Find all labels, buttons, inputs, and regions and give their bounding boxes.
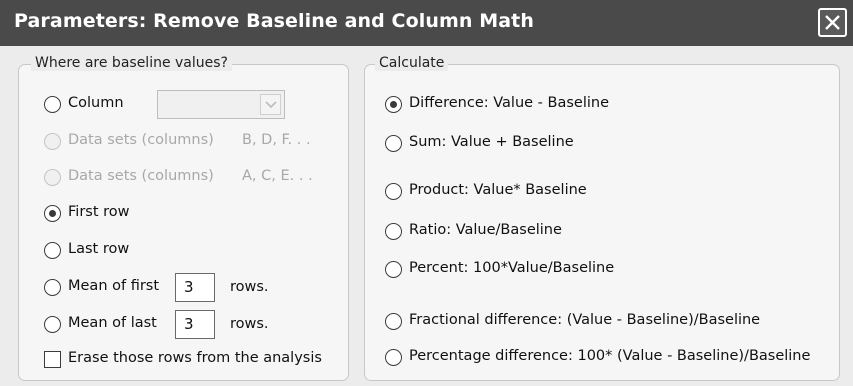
radio-sum[interactable] bbox=[385, 135, 402, 152]
radio-mean-of-first-label[interactable]: Mean of first bbox=[68, 278, 159, 294]
dialog-window: Parameters: Remove Baseline and Column M… bbox=[0, 0, 853, 386]
radio-mean-of-last[interactable] bbox=[44, 316, 61, 333]
erase-rows-checkbox[interactable] bbox=[44, 351, 61, 368]
radio-column[interactable] bbox=[44, 96, 61, 113]
radio-datasets-bdf-label[interactable]: Data sets (columns) bbox=[68, 132, 214, 148]
radio-last-row[interactable] bbox=[44, 242, 61, 259]
radio-percentage-difference[interactable] bbox=[385, 349, 402, 366]
radio-fractional-difference-label[interactable]: Fractional difference: (Value - Baseline… bbox=[409, 312, 760, 328]
radio-last-row-label[interactable]: Last row bbox=[68, 241, 129, 257]
radio-ratio-label[interactable]: Ratio: Value/Baseline bbox=[409, 222, 562, 238]
radio-percentage-difference-label[interactable]: Percentage difference: 100* (Value - Bas… bbox=[409, 348, 810, 364]
radio-datasets-bdf[interactable] bbox=[44, 133, 61, 150]
radio-product-label[interactable]: Product: Value* Baseline bbox=[409, 182, 587, 198]
radio-first-row-label[interactable]: First row bbox=[68, 204, 130, 220]
radio-mean-of-first[interactable] bbox=[44, 279, 61, 296]
radio-sum-label[interactable]: Sum: Value + Baseline bbox=[409, 134, 574, 150]
column-select[interactable] bbox=[157, 90, 285, 119]
radio-datasets-ace[interactable] bbox=[44, 169, 61, 186]
mean-of-first-unit: rows. bbox=[230, 279, 269, 295]
radio-datasets-ace-label[interactable]: Data sets (columns) bbox=[68, 168, 214, 184]
mean-of-first-rows-input[interactable]: 3 bbox=[175, 273, 215, 302]
radio-datasets-ace-suffix: A, C, E. . . bbox=[242, 168, 313, 184]
radio-ratio[interactable] bbox=[385, 223, 402, 240]
radio-percent-label[interactable]: Percent: 100*Value/Baseline bbox=[409, 260, 614, 276]
radio-difference-label[interactable]: Difference: Value - Baseline bbox=[409, 95, 609, 111]
mean-of-last-rows-input[interactable]: 3 bbox=[175, 310, 215, 339]
column-select-arrow[interactable] bbox=[260, 94, 281, 115]
title-bar[interactable]: Parameters: Remove Baseline and Column M… bbox=[0, 0, 853, 46]
radio-difference[interactable] bbox=[385, 96, 402, 113]
baseline-group-legend: Where are baseline values? bbox=[31, 55, 232, 71]
close-button[interactable] bbox=[818, 8, 847, 37]
radio-first-row[interactable] bbox=[44, 205, 61, 222]
radio-mean-of-last-label[interactable]: Mean of last bbox=[68, 315, 157, 331]
chevron-down-icon bbox=[265, 101, 277, 109]
radio-column-label[interactable]: Column bbox=[68, 95, 124, 111]
erase-rows-checkbox-label[interactable]: Erase those rows from the analysis bbox=[68, 350, 322, 366]
dialog-title: Parameters: Remove Baseline and Column M… bbox=[14, 10, 534, 32]
calculate-group-legend: Calculate bbox=[375, 55, 449, 71]
mean-of-last-unit: rows. bbox=[230, 316, 269, 332]
dialog-body: Where are baseline values? Column Data s… bbox=[0, 46, 853, 386]
radio-datasets-bdf-suffix: B, D, F. . . bbox=[242, 132, 311, 148]
close-icon bbox=[825, 15, 840, 30]
radio-fractional-difference[interactable] bbox=[385, 313, 402, 330]
radio-percent[interactable] bbox=[385, 261, 402, 278]
radio-product[interactable] bbox=[385, 183, 402, 200]
